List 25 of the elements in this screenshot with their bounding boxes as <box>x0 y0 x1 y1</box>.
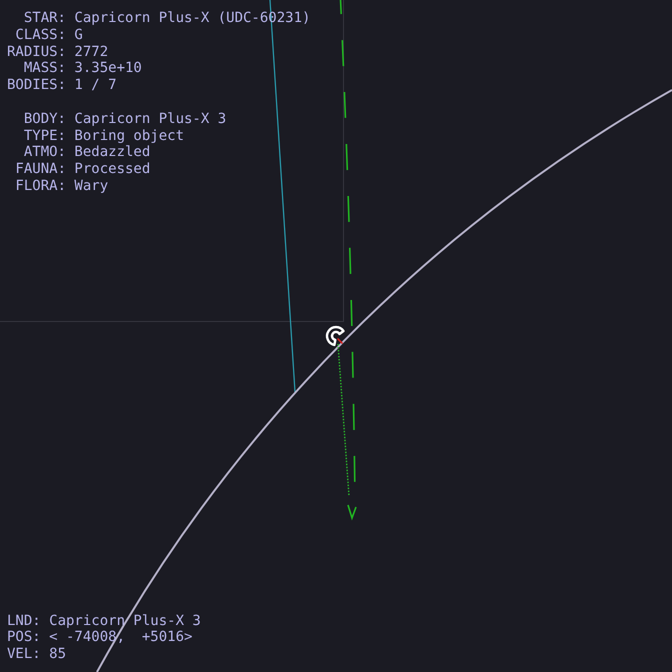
info-label: LND: <box>7 612 41 630</box>
info-value: 1 / 7 <box>74 77 117 94</box>
info-value: 2772 <box>74 44 108 60</box>
info-label: MASS: <box>22 60 66 78</box>
info-value: G <box>74 26 83 44</box>
info-label: POS: <box>7 629 41 646</box>
info-value: 3.35e+10 <box>74 60 142 78</box>
info-label: BODIES: <box>7 77 66 94</box>
info-label: TYPE: <box>22 128 66 144</box>
info-value: Wary <box>74 178 108 195</box>
info-label: CLASS: <box>14 26 66 44</box>
info-label: STAR: <box>22 10 66 27</box>
info-value: Processed <box>74 161 150 178</box>
info-value: 85 <box>49 646 66 663</box>
info-value: Bedazzled <box>74 144 150 162</box>
ship-icon <box>326 326 345 346</box>
info-label: RADIUS: <box>7 44 66 60</box>
info-value: Capricorn Plus-X 3 <box>74 110 226 128</box>
info-label: VEL: <box>7 646 41 663</box>
info-label: FAUNA: <box>14 161 66 178</box>
info-label: BODY: <box>22 110 66 128</box>
info-value: Boring object <box>74 128 184 144</box>
info-label: FLORA: <box>14 178 66 195</box>
info-label: ATMO: <box>22 144 66 162</box>
info-value: Capricorn Plus-X 3 <box>49 612 201 630</box>
